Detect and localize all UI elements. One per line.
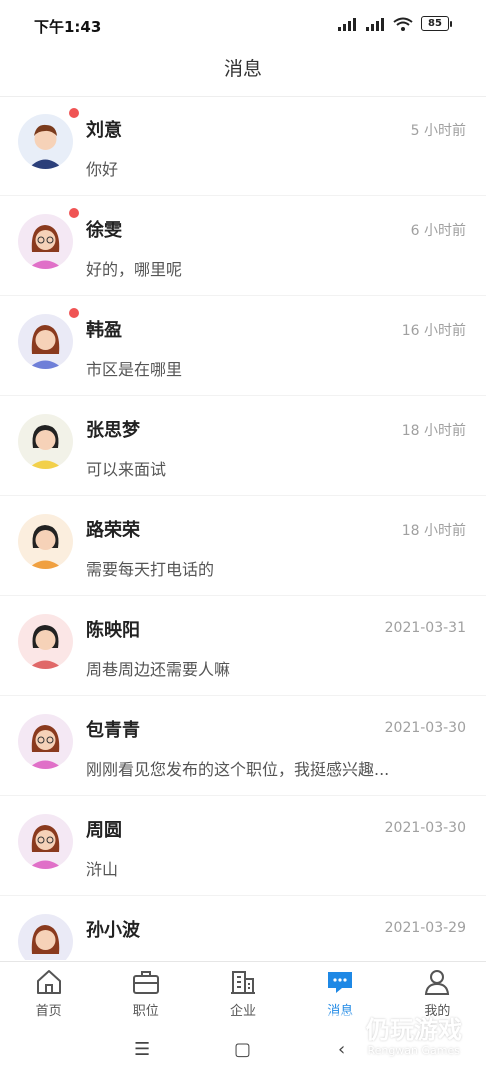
- message-preview: 可以来面试: [86, 460, 167, 479]
- contact-name: 陈映阳: [86, 620, 140, 641]
- message-list[interactable]: 刘意 5 小时前 你好 徐雯 6 小时前 好的，哪里呢 韩盈 16 小时前 市区…: [0, 96, 486, 960]
- message-time: 2021-03-30: [384, 820, 466, 836]
- home-button-icon[interactable]: ▢: [234, 1039, 251, 1060]
- message-time: 2021-03-31: [384, 620, 466, 636]
- contact-name: 张思梦: [86, 420, 140, 441]
- tab-jobs[interactable]: 职位: [97, 962, 194, 1022]
- briefcase-icon: [132, 971, 159, 994]
- message-preview: 市区是在哪里: [86, 360, 183, 379]
- watermark-subtext: Rengwan Games: [367, 1044, 460, 1057]
- header: 消息: [0, 52, 486, 97]
- avatar: [18, 414, 73, 469]
- message-row[interactable]: 徐雯 6 小时前 好的，哪里呢: [0, 196, 486, 296]
- message-row[interactable]: 陈映阳 2021-03-31 周巷周边还需要人嘛: [0, 596, 486, 696]
- page-title: 消息: [223, 58, 262, 80]
- message-row[interactable]: 包青青 2021-03-30 刚刚看见您发布的这个职位，我挺感兴趣...: [0, 696, 486, 796]
- message-preview: 你好: [86, 160, 119, 179]
- avatar: [18, 214, 73, 269]
- tab-label: 职位: [132, 1004, 159, 1019]
- avatar: [18, 614, 73, 669]
- watermark: 仍玩游戏: [326, 1010, 462, 1045]
- unread-dot: [69, 208, 79, 218]
- contact-name: 韩盈: [86, 320, 122, 341]
- message-time: 6 小时前: [410, 223, 466, 239]
- avatar: [18, 314, 73, 369]
- message-time: 16 小时前: [401, 323, 466, 339]
- contact-name: 路荣荣: [86, 520, 140, 541]
- watermark-logo-icon: [328, 1013, 359, 1042]
- message-preview: 浒山: [86, 860, 119, 879]
- unread-dot: [69, 308, 79, 318]
- message-preview: 刚刚看见您发布的这个职位，我挺感兴趣...: [86, 760, 390, 779]
- message-time: 5 小时前: [410, 123, 466, 139]
- message-time: 2021-03-29: [384, 920, 466, 936]
- message-row[interactable]: 刘意 5 小时前 你好: [0, 96, 486, 196]
- avatar: [18, 714, 73, 769]
- signal-icon: [366, 17, 384, 31]
- contact-name: 刘意: [86, 120, 122, 141]
- message-preview: 周巷周边还需要人嘛: [86, 660, 231, 679]
- watermark-text: 仍玩游戏: [366, 1016, 462, 1044]
- message-row[interactable]: 周圆 2021-03-30 浒山: [0, 796, 486, 896]
- message-time: 18 小时前: [401, 523, 466, 539]
- battery-indicator: 85: [421, 16, 452, 31]
- unread-dot: [69, 108, 79, 118]
- message-row[interactable]: 张思梦 18 小时前 可以来面试: [0, 396, 486, 496]
- message-row[interactable]: 韩盈 16 小时前 市区是在哪里: [0, 296, 486, 396]
- tab-label: 首页: [35, 1004, 62, 1019]
- contact-name: 孙小波: [86, 920, 140, 941]
- message-time: 18 小时前: [401, 423, 466, 439]
- tab-label: 企业: [230, 1004, 257, 1019]
- status-bar: 下午1:43 85: [0, 0, 486, 52]
- home-icon: [36, 970, 61, 994]
- avatar: [18, 514, 73, 569]
- tab-home[interactable]: 首页: [0, 962, 97, 1022]
- contact-name: 周圆: [86, 820, 122, 841]
- message-time: 2021-03-30: [384, 720, 466, 736]
- user-icon: [425, 970, 450, 995]
- message-row[interactable]: 路荣荣 18 小时前 需要每天打电话的: [0, 496, 486, 596]
- contact-name: 徐雯: [86, 220, 122, 241]
- building-icon: [231, 971, 255, 994]
- status-time: 下午1:43: [34, 18, 102, 36]
- menu-icon[interactable]: ☰: [134, 1039, 150, 1060]
- message-preview: 需要每天打电话的: [86, 560, 215, 579]
- message-row[interactable]: 孙小波 2021-03-29: [0, 896, 486, 960]
- wifi-icon: [393, 17, 413, 31]
- contact-name: 包青青: [86, 720, 140, 741]
- signal-icon: [338, 17, 356, 31]
- tab-company[interactable]: 企业: [194, 962, 291, 1022]
- chat-icon: [328, 972, 353, 993]
- message-preview: 好的，哪里呢: [86, 260, 183, 279]
- avatar: [18, 914, 73, 960]
- battery-level: 85: [421, 16, 449, 31]
- avatar: [18, 114, 73, 169]
- status-icons: 85: [337, 16, 452, 31]
- avatar: [18, 814, 73, 869]
